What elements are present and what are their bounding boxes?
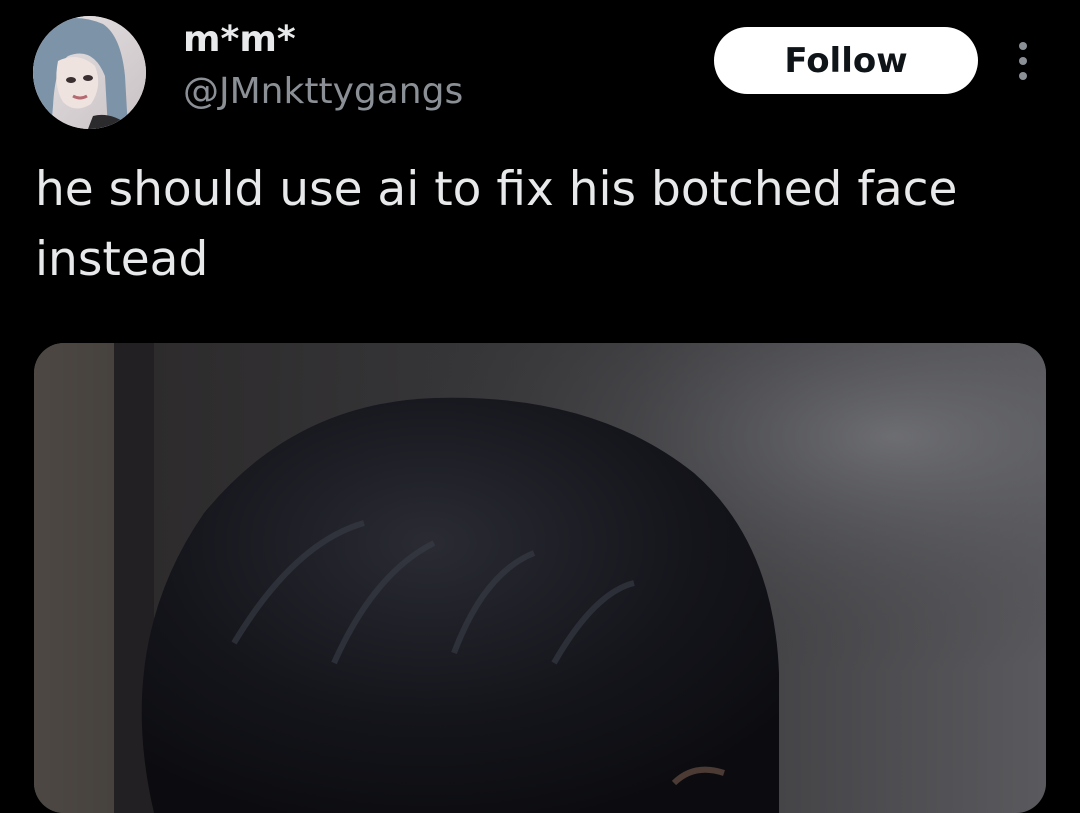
author-handle[interactable]: @JMnkttygangs — [183, 70, 463, 114]
author-avatar[interactable] — [33, 16, 146, 129]
tweet-media-photo[interactable] — [34, 343, 1046, 813]
follow-button[interactable]: Follow — [714, 27, 978, 94]
more-options-icon-dot — [1019, 72, 1027, 80]
tweet-text: he should use ai to fix his botched face… — [35, 162, 958, 287]
more-options-icon-dot — [1019, 57, 1027, 65]
author-display-name[interactable]: m*m* — [183, 18, 296, 62]
avatar-image — [33, 16, 146, 129]
more-options-icon — [1019, 42, 1027, 50]
more-options-button[interactable] — [1005, 38, 1041, 84]
attached-photo — [34, 343, 1046, 813]
